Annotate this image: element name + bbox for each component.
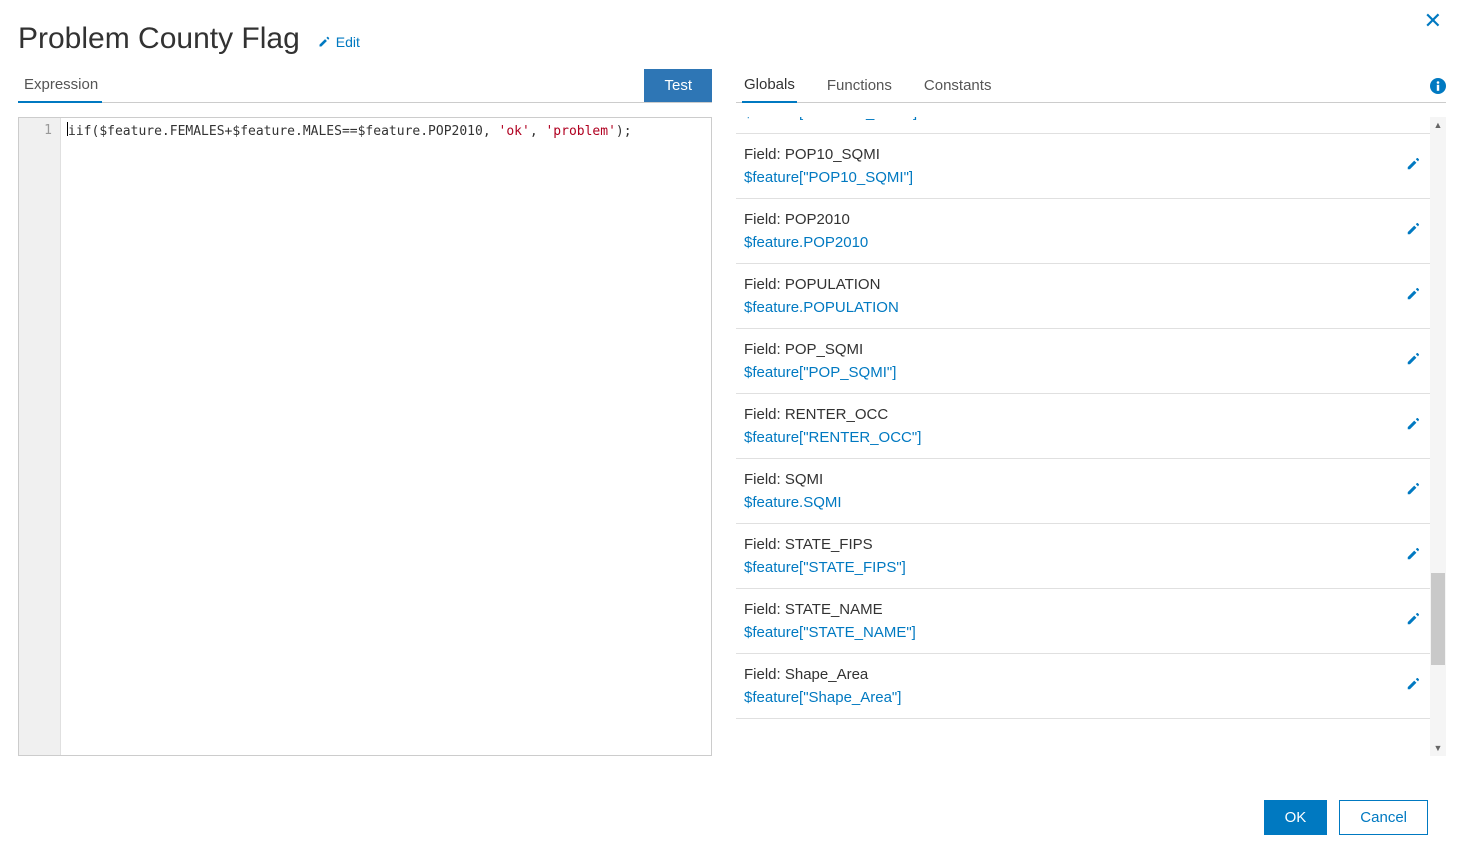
page-title: Problem County Flag bbox=[18, 22, 300, 56]
test-button[interactable]: Test bbox=[644, 69, 712, 102]
field-expr[interactable]: $feature["STATE_FIPS"] bbox=[744, 559, 906, 576]
ok-button[interactable]: OK bbox=[1264, 800, 1328, 835]
pencil-icon[interactable] bbox=[1406, 612, 1420, 631]
code-area[interactable]: iif($feature.FEMALES+$feature.MALES==$fe… bbox=[61, 118, 711, 755]
field-row[interactable]: Field: RENTER_OCC $feature["RENTER_OCC"] bbox=[736, 394, 1430, 459]
pencil-icon[interactable] bbox=[1406, 222, 1420, 241]
field-expr[interactable]: $feature["Shape_Area"] bbox=[744, 689, 901, 706]
tab-expression[interactable]: Expression bbox=[18, 66, 102, 103]
info-icon[interactable] bbox=[1430, 78, 1446, 94]
scrollbar-thumb[interactable] bbox=[1431, 573, 1445, 665]
field-expr[interactable]: $feature.POPULATION bbox=[744, 299, 899, 316]
tab-constants[interactable]: Constants bbox=[922, 67, 994, 102]
dialog-header: Problem County Flag Edit bbox=[0, 0, 1460, 66]
editor-gutter: 1 bbox=[19, 118, 61, 755]
field-label: Field: POP2010 bbox=[744, 211, 868, 228]
tab-functions[interactable]: Functions bbox=[825, 67, 894, 102]
pencil-icon[interactable] bbox=[1406, 352, 1420, 371]
field-row[interactable]: Field: SQMI $feature.SQMI bbox=[736, 459, 1430, 524]
field-expr[interactable]: $feature["STATE_NAME"] bbox=[744, 624, 916, 641]
field-row[interactable]: Field: POP10_SQMI $feature["POP10_SQMI"] bbox=[736, 134, 1430, 199]
field-expr[interactable]: $feature["RENTER_OCC"] bbox=[744, 429, 921, 446]
side-panel: Globals Functions Constants $feature["OW… bbox=[736, 66, 1446, 756]
scroll-up-icon[interactable]: ▲ bbox=[1430, 117, 1446, 133]
field-row-partial[interactable]: $feature["OWNER_OCC"] bbox=[736, 117, 1430, 134]
pencil-icon[interactable] bbox=[1406, 417, 1420, 436]
field-label: Field: RENTER_OCC bbox=[744, 406, 921, 423]
pencil-icon[interactable] bbox=[1406, 157, 1420, 176]
field-expr[interactable]: $feature["OWNER_OCC"] bbox=[744, 117, 917, 121]
fields-viewport: $feature["OWNER_OCC"] Field: POP10_SQMI $… bbox=[736, 117, 1446, 756]
field-label: Field: POP10_SQMI bbox=[744, 146, 913, 163]
pencil-icon[interactable] bbox=[1406, 677, 1420, 696]
pencil-icon[interactable] bbox=[1406, 547, 1420, 566]
edit-label: Edit bbox=[336, 34, 360, 50]
edit-title-button[interactable]: Edit bbox=[318, 34, 360, 50]
field-expr[interactable]: $feature.POP2010 bbox=[744, 234, 868, 251]
field-row[interactable]: Field: STATE_FIPS $feature["STATE_FIPS"] bbox=[736, 524, 1430, 589]
field-label: Field: POP_SQMI bbox=[744, 341, 896, 358]
scroll-down-icon[interactable]: ▼ bbox=[1430, 740, 1446, 756]
side-tabs: Globals Functions Constants bbox=[736, 66, 1446, 103]
editor-column: Expression Test 1 iif($feature.FEMALES+$… bbox=[18, 66, 712, 756]
field-row[interactable]: Field: POP2010 $feature.POP2010 bbox=[736, 199, 1430, 264]
field-expr[interactable]: $feature.SQMI bbox=[744, 494, 842, 511]
field-label: Field: POPULATION bbox=[744, 276, 899, 293]
scrollbar[interactable]: ▲ ▼ bbox=[1430, 117, 1446, 756]
pencil-icon[interactable] bbox=[1406, 287, 1420, 306]
field-row[interactable]: Field: POPULATION $feature.POPULATION bbox=[736, 264, 1430, 329]
line-number: 1 bbox=[19, 122, 52, 140]
fields-list: $feature["OWNER_OCC"] Field: POP10_SQMI $… bbox=[736, 117, 1430, 719]
field-row[interactable]: Field: POP_SQMI $feature["POP_SQMI"] bbox=[736, 329, 1430, 394]
pencil-icon bbox=[318, 36, 330, 48]
field-label: Field: STATE_FIPS bbox=[744, 536, 906, 553]
close-icon[interactable]: ✕ bbox=[1424, 10, 1442, 32]
cancel-button[interactable]: Cancel bbox=[1339, 800, 1428, 835]
field-row[interactable]: Field: STATE_NAME $feature["STATE_NAME"] bbox=[736, 589, 1430, 654]
field-expr[interactable]: $feature["POP_SQMI"] bbox=[744, 364, 896, 381]
code-editor[interactable]: 1 iif($feature.FEMALES+$feature.MALES==$… bbox=[18, 117, 712, 756]
dialog-footer: OK Cancel bbox=[1264, 800, 1428, 835]
field-label: Field: STATE_NAME bbox=[744, 601, 916, 618]
field-expr[interactable]: $feature["POP10_SQMI"] bbox=[744, 169, 913, 186]
tab-globals[interactable]: Globals bbox=[742, 66, 797, 103]
editor-toolbar: Expression Test bbox=[18, 66, 712, 103]
pencil-icon[interactable] bbox=[1406, 482, 1420, 501]
field-label: Field: SQMI bbox=[744, 471, 842, 488]
field-row[interactable]: Field: Shape_Area $feature["Shape_Area"] bbox=[736, 654, 1430, 719]
field-label: Field: Shape_Area bbox=[744, 666, 901, 683]
